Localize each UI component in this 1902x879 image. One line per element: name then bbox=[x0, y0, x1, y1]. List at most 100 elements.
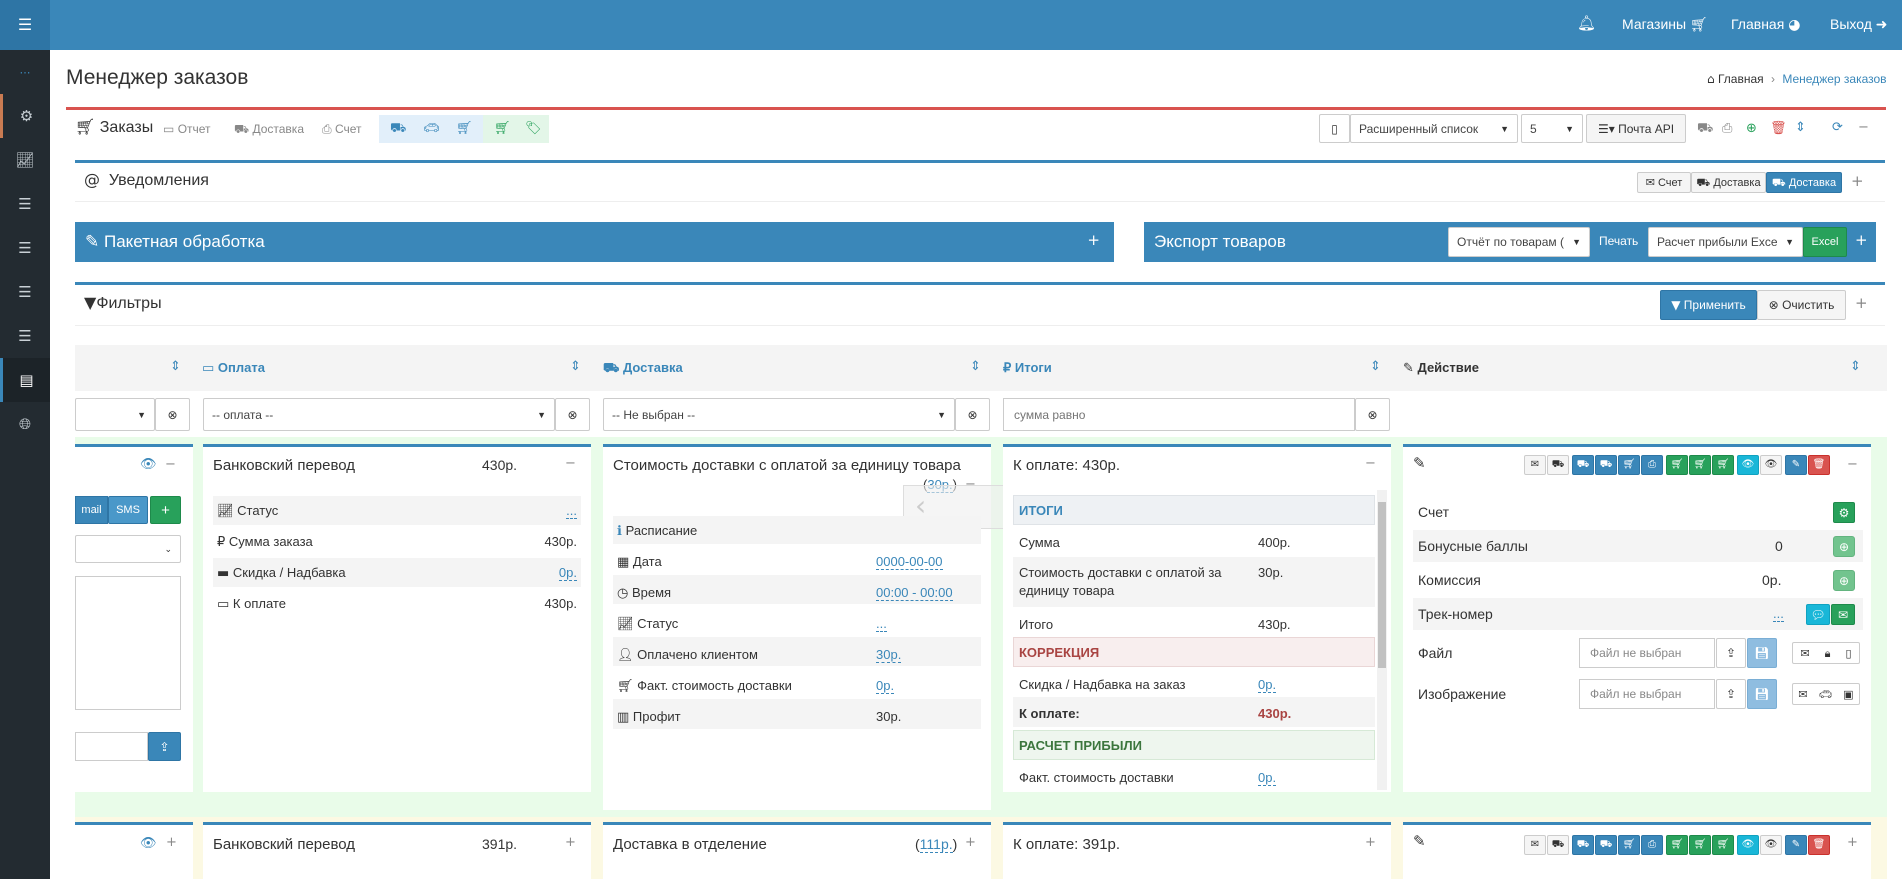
envelope-button[interactable]: ✉ bbox=[1524, 835, 1546, 855]
truck-button[interactable]: ⛟ bbox=[1547, 835, 1569, 855]
add-commission-button[interactable]: ⊕ bbox=[1833, 570, 1855, 591]
batch-panel-header[interactable]: ✎ Пакетная обработка + bbox=[75, 222, 1114, 262]
message-textarea[interactable] bbox=[75, 576, 181, 710]
payment-filter-select[interactable]: -- оплата -- ▼ bbox=[203, 398, 555, 431]
stores-link[interactable]: Магазины 🛒︎ bbox=[1622, 16, 1708, 32]
sort-icon[interactable]: ⇕ bbox=[1370, 360, 1381, 373]
expand-icon[interactable]: + bbox=[1847, 836, 1858, 849]
cart-button[interactable]: 🛒︎ bbox=[1666, 835, 1688, 855]
print-icon[interactable]: ⎙ bbox=[1722, 122, 1732, 135]
sidebar-orders[interactable]: ▤ bbox=[0, 358, 50, 402]
collapse-icon[interactable]: − bbox=[565, 457, 576, 470]
home-link[interactable]: Главная ◕ bbox=[1731, 16, 1800, 32]
expand-icon[interactable]: + bbox=[1851, 174, 1864, 189]
trash-button[interactable]: 🗑︎ bbox=[1808, 455, 1830, 475]
clear-filter-button[interactable]: ⊗ bbox=[155, 398, 190, 431]
collapse-icon[interactable]: − bbox=[1365, 457, 1376, 470]
fact-value[interactable]: 0р. bbox=[1258, 770, 1277, 786]
column-delivery[interactable]: ⛟ Доставка bbox=[603, 360, 683, 375]
print-label[interactable]: Печать bbox=[1599, 234, 1638, 248]
orders-tab[interactable]: 🛒︎ Заказы bbox=[75, 119, 153, 137]
list-view-select[interactable]: Расширенный список ▼ bbox=[1350, 114, 1518, 143]
sidebar-list-4[interactable]: ☰ bbox=[0, 314, 50, 358]
list-item-value[interactable]: 0000-00-00 bbox=[876, 554, 943, 570]
list-item-value[interactable]: 0р. bbox=[876, 678, 895, 694]
sidebar-stats[interactable]: 📈︎ bbox=[0, 138, 50, 182]
cart-icon[interactable]: 🛒︎ bbox=[494, 122, 511, 135]
sidebar-list-1[interactable]: ☰ bbox=[0, 182, 50, 226]
discount-value[interactable]: 0р. bbox=[1258, 677, 1277, 693]
add-button[interactable]: + bbox=[150, 496, 181, 524]
report-tab[interactable]: ▭ Отчет bbox=[163, 122, 211, 136]
clear-delivery-filter[interactable]: ⊗ bbox=[955, 398, 990, 431]
sum-filter-input[interactable] bbox=[1003, 398, 1355, 431]
truck-button[interactable]: ⛟ bbox=[1595, 835, 1617, 855]
first-column-filter[interactable]: ▼ bbox=[75, 398, 155, 431]
image-upload-button[interactable]: ⇪ bbox=[1716, 679, 1746, 709]
clear-filters-button[interactable]: ⊗ Очистить bbox=[1757, 290, 1846, 320]
file-save-button[interactable]: 💾︎ bbox=[1747, 638, 1777, 668]
delivery-tab[interactable]: ⛟ Доставка bbox=[234, 122, 304, 136]
expand-icon[interactable]: + bbox=[965, 836, 976, 849]
track-chat-button[interactable]: 💬︎ bbox=[1806, 604, 1830, 625]
mail-api-button[interactable]: ☰▾ Почта API bbox=[1586, 114, 1686, 143]
cart-button[interactable]: 🛒︎ bbox=[1689, 455, 1711, 475]
expand-icon[interactable]: + bbox=[1855, 296, 1868, 311]
eye-button[interactable]: 👁︎ bbox=[1760, 455, 1782, 475]
tags-icon[interactable]: 🏷︎ bbox=[525, 122, 542, 135]
sidebar-list-2[interactable]: ☰ bbox=[0, 226, 50, 270]
truck-button[interactable]: ⛟ bbox=[1572, 835, 1594, 855]
expand-icon[interactable]: + bbox=[1855, 233, 1868, 248]
image-actions[interactable]: ✉ 🚗︎ ▣ bbox=[1792, 683, 1860, 705]
notify-delivery-button[interactable]: ⛟ Доставка bbox=[1691, 172, 1766, 193]
profit-select[interactable]: Расчет прибыли Exce ▼ bbox=[1648, 227, 1803, 257]
file-input[interactable] bbox=[75, 732, 148, 761]
edit-icon[interactable]: ✎ bbox=[1413, 456, 1426, 471]
sort-icon[interactable]: ⇕ bbox=[970, 360, 981, 373]
eye-button[interactable]: 👁︎ bbox=[1737, 455, 1759, 475]
notify-delivery-active-button[interactable]: ⛟ Доставка bbox=[1766, 172, 1842, 193]
sort-icon[interactable]: ⇕ bbox=[1795, 121, 1806, 134]
trash-icon[interactable]: 🗑︎ bbox=[1770, 122, 1787, 135]
apply-filters-button[interactable]: ▼ Применить bbox=[1660, 290, 1757, 320]
cart-button[interactable]: 🛒︎ bbox=[1618, 455, 1640, 475]
truck-icon[interactable]: ⛟ bbox=[1697, 122, 1713, 135]
image-save-button[interactable]: 💾︎ bbox=[1747, 679, 1777, 709]
sidebar-settings[interactable]: ⚙ bbox=[0, 94, 50, 138]
sidebar-logo-icon[interactable]: ⋯ bbox=[0, 50, 50, 94]
list-item-value[interactable]: 0р. bbox=[558, 565, 577, 581]
list-item-value[interactable]: 00:00 - 00:00 bbox=[876, 585, 953, 601]
sort-icon[interactable]: ⇕ bbox=[570, 360, 581, 373]
eye-icon[interactable]: 👁︎ bbox=[140, 458, 157, 471]
list-item-value[interactable]: ... bbox=[876, 616, 887, 632]
cart-button[interactable]: 🛒︎ bbox=[1666, 455, 1688, 475]
sort-icon[interactable]: ⇕ bbox=[1850, 360, 1861, 373]
delivery-price-2[interactable]: 111р. bbox=[919, 836, 953, 853]
expand-icon[interactable]: + bbox=[1365, 836, 1376, 849]
eye-icon[interactable]: 👁︎ bbox=[140, 837, 157, 850]
pencil-button[interactable]: ✎ bbox=[1785, 835, 1807, 855]
report-select[interactable]: Отчёт по товарам (▼ bbox=[1448, 227, 1590, 257]
invoice-tab[interactable]: ⎙ Счет bbox=[322, 122, 362, 136]
upload-button[interactable]: ⇪ bbox=[148, 732, 181, 761]
logout-link[interactable]: Выход ➜ bbox=[1830, 16, 1888, 32]
invoice-settings-button[interactable]: ⚙ bbox=[1833, 502, 1855, 523]
totals-scrollbar-thumb[interactable] bbox=[1378, 502, 1386, 668]
bell-icon[interactable]: 🔔︎ bbox=[1577, 16, 1596, 31]
sidebar-list-3[interactable]: ☰ bbox=[0, 270, 50, 314]
image-chooser[interactable]: Файл не выбран bbox=[1579, 679, 1715, 709]
refresh-icon[interactable]: ⟳ bbox=[1832, 121, 1843, 134]
cart-button[interactable]: 🛒︎ bbox=[1712, 835, 1734, 855]
clear-payment-filter[interactable]: ⊗ bbox=[555, 398, 590, 431]
file-actions[interactable]: ✉ 🔒︎ ▯ bbox=[1792, 642, 1860, 664]
eye-button[interactable]: 👁︎ bbox=[1760, 835, 1782, 855]
cart-button[interactable]: 🛒︎ bbox=[1618, 835, 1640, 855]
cart-button[interactable]: 🛒︎ bbox=[1712, 455, 1734, 475]
menu-toggle-icon[interactable]: ☰ bbox=[0, 0, 50, 50]
breadcrumb-home[interactable]: Главная bbox=[1718, 72, 1764, 86]
column-payment[interactable]: ▭ Оплата bbox=[202, 360, 265, 375]
add-bonus-button[interactable]: ⊕ bbox=[1833, 536, 1855, 557]
truck-button[interactable]: ⛟ bbox=[1572, 455, 1594, 475]
delivery-filter-select[interactable]: -- Не выбран -- ▼ bbox=[603, 398, 955, 431]
email-button[interactable]: mail bbox=[75, 496, 108, 524]
